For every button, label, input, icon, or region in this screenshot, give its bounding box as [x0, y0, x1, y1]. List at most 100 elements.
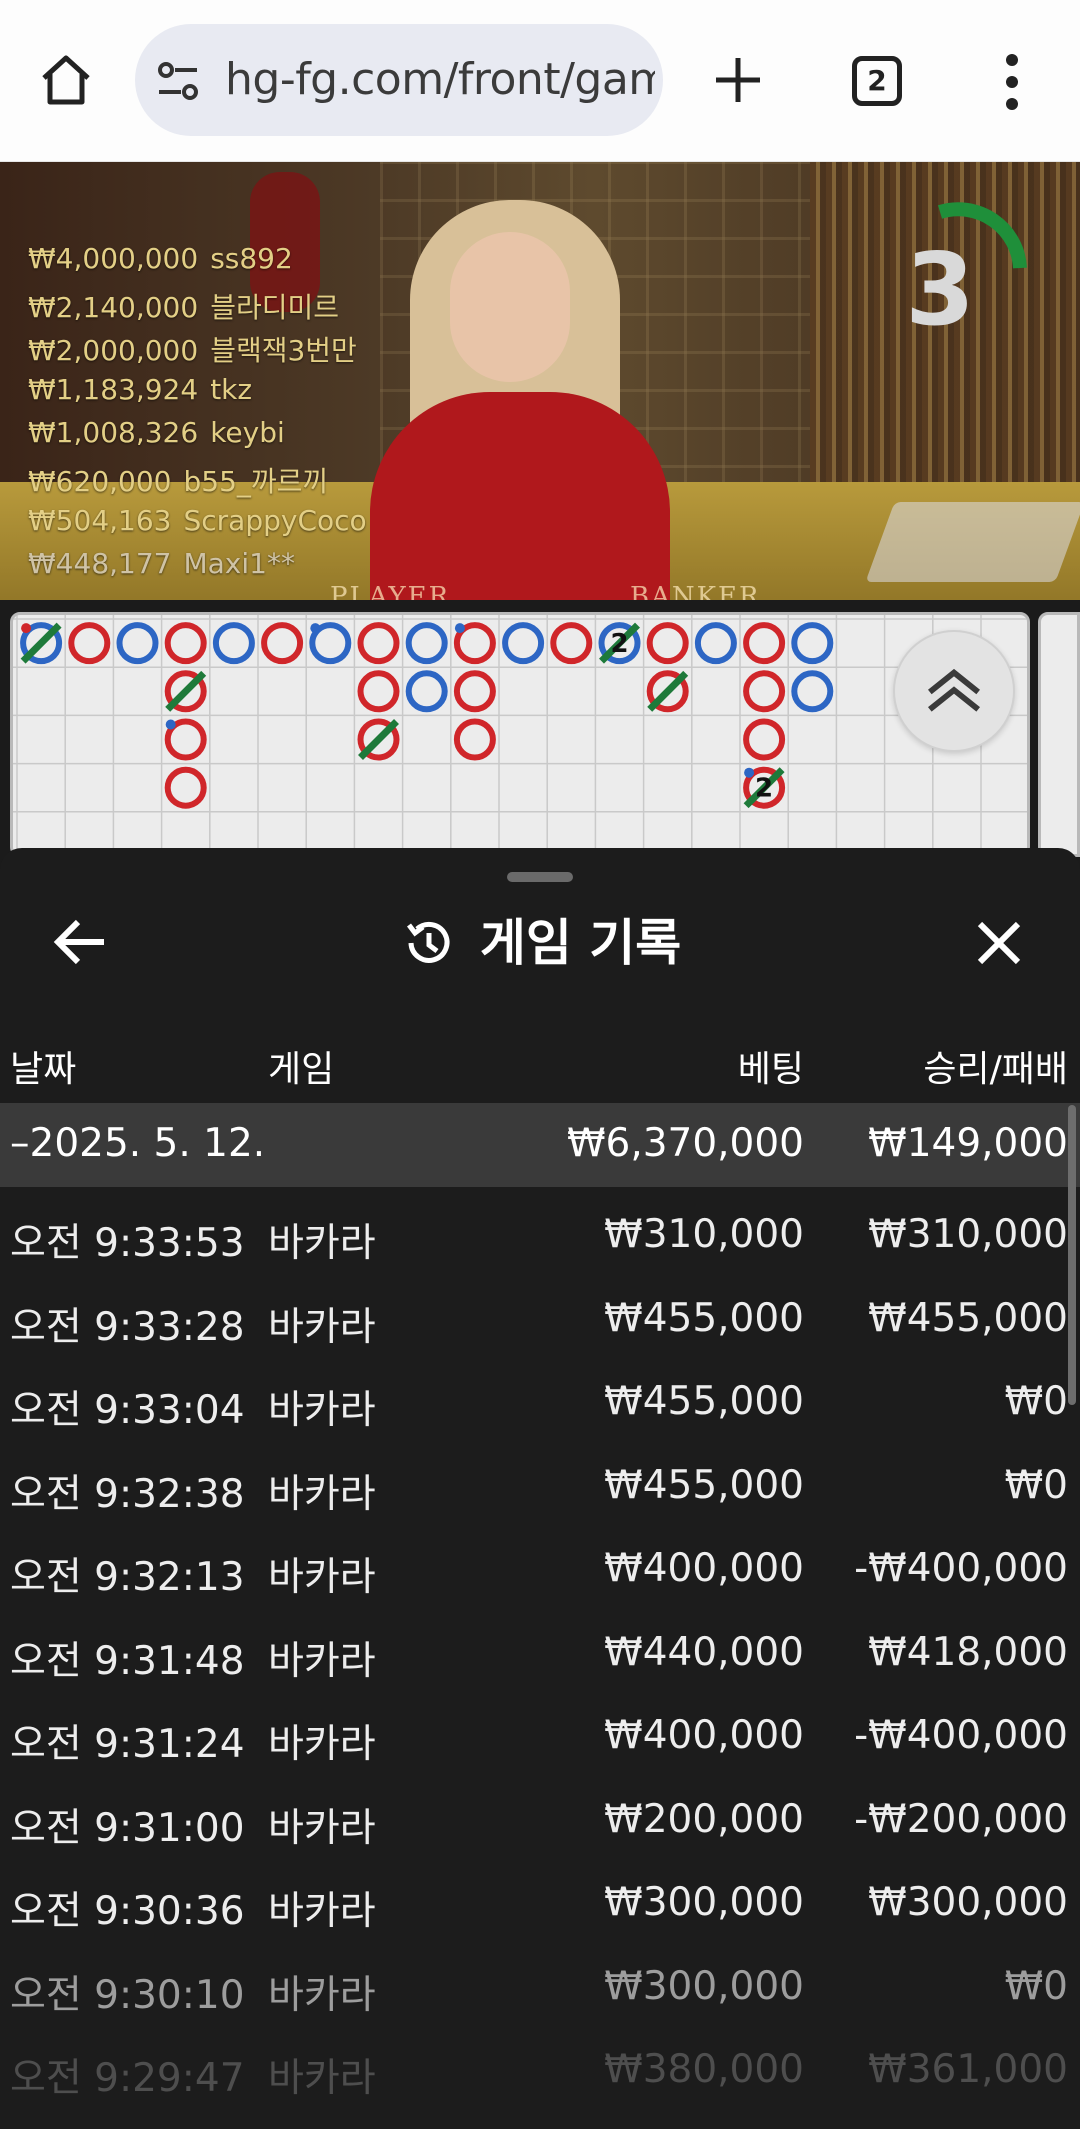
history-row[interactable]: 오전 9:29:47 바카라 ₩380,000 ₩361,000 — [0, 2025, 1080, 2109]
row-game: 바카라 — [268, 1972, 376, 2018]
history-row[interactable]: 오전 9:31:24 바카라 ₩400,000 -₩400,000 — [0, 1691, 1080, 1775]
winner-entry: ₩504,163 ScrappyCoco — [28, 504, 367, 548]
bead-road-marker — [502, 622, 545, 665]
winner-entry: ₩2,000,000 블랙잭3번만 — [28, 329, 367, 373]
history-row[interactable]: 오전 9:31:48 바카라 ₩440,000 ₩418,000 — [0, 1608, 1080, 1692]
group-total-result: ₩149,000 — [868, 1121, 1068, 1166]
row-result: ₩310,000 — [868, 1212, 1068, 1257]
bead-road-marker — [453, 622, 496, 665]
winner-name: b55_까르끼 — [183, 464, 329, 498]
header-result[interactable]: 승리/패배 — [923, 1040, 1068, 1092]
winner-amount: ₩1,183,924 — [28, 372, 199, 406]
header-date[interactable]: 날짜 — [10, 1040, 76, 1092]
row-bet: ₩455,000 — [604, 1379, 804, 1424]
new-tab-icon[interactable] — [710, 52, 766, 108]
winner-entry: ₩2,140,000 블라디미르 — [28, 286, 367, 330]
group-total-bet: ₩6,370,000 — [566, 1121, 804, 1166]
history-row[interactable]: 오전 9:32:38 바카라 ₩455,000 ₩0 — [0, 1441, 1080, 1525]
date-group-row[interactable]: –2025. 5. 12. ₩6,370,000 ₩149,000 — [0, 1103, 1080, 1187]
row-bet: ₩455,000 — [604, 1462, 804, 1508]
header-game[interactable]: 게임 — [268, 1040, 334, 1092]
row-time: 오전 9:32:38 — [10, 1471, 245, 1517]
group-date: –2025. 5. 12. — [10, 1121, 266, 1166]
row-time: 오전 9:31:24 — [10, 1722, 245, 1767]
bead-road-marker: 2 — [743, 766, 786, 809]
bead-road-marker — [694, 622, 737, 665]
winner-name: ScrappyCoco — [183, 503, 367, 537]
history-row[interactable]: 오전 9:30:10 바카라 ₩300,000 ₩0 — [0, 1942, 1080, 2026]
row-result: ₩0 — [1004, 1963, 1068, 2009]
drag-handle[interactable] — [507, 872, 573, 882]
history-row[interactable]: 오전 9:33:28 바카라 ₩455,000 ₩455,000 — [0, 1274, 1080, 1358]
tab-switcher-button[interactable]: 2 — [852, 56, 902, 106]
history-row[interactable]: 오전 9:33:53 바카라 ₩310,000 ₩310,000 — [0, 1190, 1080, 1274]
bead-road-marker — [261, 622, 304, 665]
winner-name: keybi — [210, 416, 285, 450]
more-options-icon[interactable] — [990, 52, 1034, 112]
scrollbar[interactable] — [1068, 1105, 1076, 1405]
panel-title: 게임 기록 — [479, 914, 682, 972]
row-time: 오전 9:29:47 — [10, 2056, 245, 2101]
row-time: 오전 9:31:00 — [10, 1805, 245, 1851]
bead-road-marker — [791, 622, 834, 665]
row-result: ₩455,000 — [868, 1295, 1068, 1341]
bead-road-marker — [212, 622, 255, 665]
bead-road: 22 — [10, 612, 1030, 857]
row-result: -₩400,000 — [854, 1713, 1068, 1758]
history-row[interactable]: 오전 9:32:13 바카라 ₩400,000 -₩400,000 — [0, 1524, 1080, 1608]
url-text[interactable]: hg-fg.com/front/gam — [225, 54, 655, 105]
home-icon[interactable] — [36, 50, 96, 110]
row-result: ₩361,000 — [868, 2047, 1068, 2092]
header-bet[interactable]: 베팅 — [738, 1040, 804, 1092]
winner-amount: ₩620,000 — [28, 464, 172, 498]
site-settings-icon[interactable] — [155, 58, 201, 104]
history-row[interactable]: 오전 9:33:04 바카라 ₩455,000 ₩0 — [0, 1357, 1080, 1441]
collapse-chevron-button[interactable] — [893, 630, 1015, 752]
row-game: 바카라 — [268, 1889, 376, 1934]
bead-road-marker — [453, 718, 496, 761]
row-game: 바카라 — [268, 1471, 376, 1517]
row-time: 오전 9:33:53 — [10, 1221, 245, 1266]
address-bar[interactable]: hg-fg.com/front/gam — [135, 24, 663, 136]
row-result: -₩200,000 — [854, 1796, 1068, 1842]
bead-road-marker — [453, 670, 496, 713]
bead-road-marker — [791, 670, 834, 713]
secondary-road — [1038, 612, 1080, 857]
history-icon — [406, 921, 450, 963]
bead-road-marker — [20, 622, 63, 665]
bead-road-marker — [309, 622, 352, 665]
bead-road-grid: 22 — [13, 615, 1027, 854]
bead-road-marker — [743, 718, 786, 761]
winner-name: Maxi1** — [183, 547, 295, 581]
bead-road-marker — [646, 670, 689, 713]
dealer — [370, 392, 670, 600]
browser-toolbar: hg-fg.com/front/gam 2 — [0, 0, 1080, 162]
row-game: 바카라 — [268, 1304, 376, 1350]
bead-road-marker — [68, 622, 111, 665]
winner-amount: ₩2,140,000 — [28, 290, 199, 324]
table-header: 날짜 게임 베팅 승리/패배 — [0, 1018, 1080, 1100]
bead-road-marker — [164, 670, 207, 713]
game-history-panel: 게임 기록 날짜 게임 베팅 승리/패배 –2025. 5. 12. ₩6,37… — [0, 848, 1080, 2129]
winner-amount: ₩448,177 — [28, 547, 172, 581]
row-bet: ₩400,000 — [604, 1546, 804, 1591]
bead-road-marker — [405, 670, 448, 713]
row-bet: ₩380,000 — [604, 2047, 804, 2092]
bead-road-marker — [357, 622, 400, 665]
bead-road-marker: 2 — [598, 622, 641, 665]
row-time: 오전 9:33:28 — [10, 1304, 245, 1350]
winner-amount: ₩504,163 — [28, 503, 172, 537]
winner-name: 블라디미르 — [210, 290, 339, 324]
bead-road-marker — [743, 670, 786, 713]
row-bet: ₩440,000 — [604, 1629, 804, 1675]
winner-entry: ₩620,000 b55_까르끼 — [28, 460, 367, 504]
row-game: 바카라 — [268, 1221, 376, 1266]
winner-entry: ₩1,183,924 tkz — [28, 373, 367, 417]
card-shoe — [865, 502, 1080, 582]
winner-entry: ₩4,000,000 ss892 — [28, 242, 367, 286]
history-row[interactable]: 오전 9:31:00 바카라 ₩200,000 -₩200,000 — [0, 1775, 1080, 1859]
close-icon[interactable] — [974, 918, 1024, 968]
row-game: 바카라 — [268, 1805, 376, 1851]
row-bet: ₩310,000 — [604, 1212, 804, 1257]
history-row[interactable]: 오전 9:30:36 바카라 ₩300,000 ₩300,000 — [0, 1858, 1080, 1942]
